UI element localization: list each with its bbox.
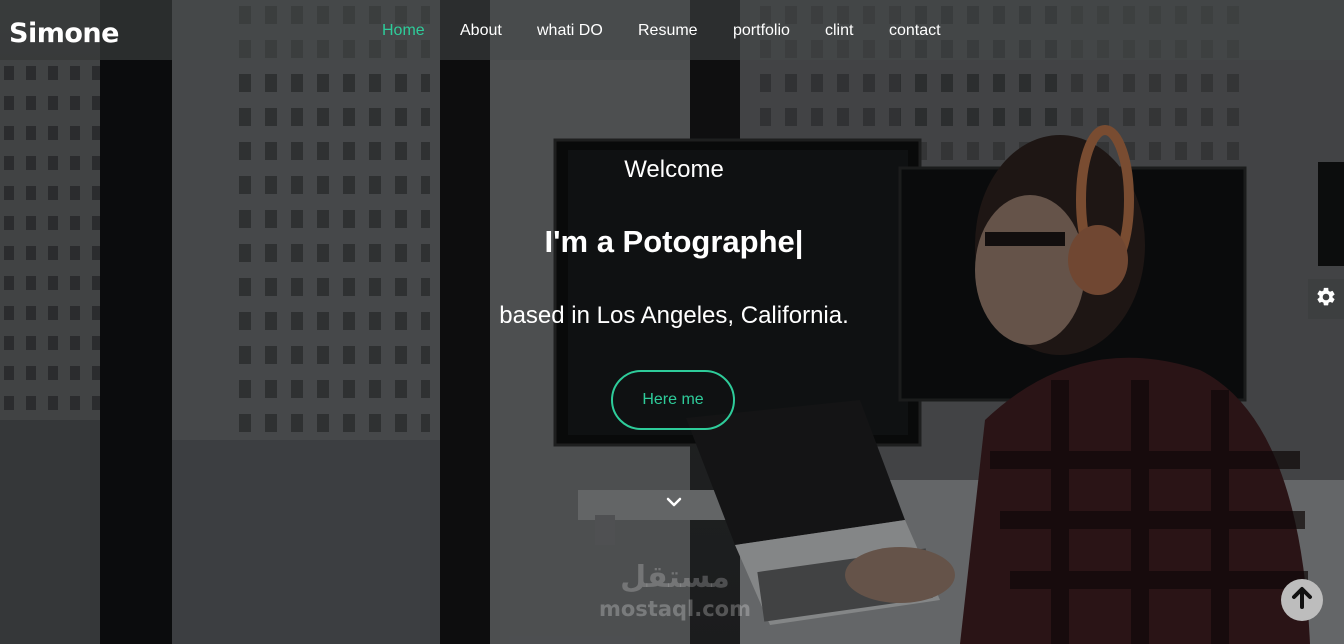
hero-headline: I'm a Potographe| xyxy=(0,224,1344,260)
watermark-logo: مستقل mostaql.com xyxy=(590,560,760,630)
nav-item-contact[interactable]: contact xyxy=(889,22,941,40)
watermark-latin: mostaql.com xyxy=(599,597,751,621)
hero-welcome: Welcome xyxy=(624,156,724,183)
watermark-arabic: مستقل xyxy=(620,560,730,595)
gear-icon xyxy=(1315,286,1337,313)
chevron-down-icon[interactable] xyxy=(664,492,684,512)
hero-subline: based in Los Angeles, California. xyxy=(499,302,849,329)
nav-item-portfolio[interactable]: portfolio xyxy=(733,22,790,40)
arrow-up-icon xyxy=(1289,585,1315,616)
nav-item-what-i-do[interactable]: whati DO xyxy=(537,22,603,40)
here-me-button[interactable]: Here me xyxy=(611,370,735,430)
nav-item-clint[interactable]: clint xyxy=(825,22,853,40)
typing-caret: | xyxy=(794,224,804,259)
settings-toggle[interactable] xyxy=(1308,279,1344,319)
brand-logo[interactable]: Simone xyxy=(9,18,119,49)
hero-section: Simone Home About whati DO Resume portfo… xyxy=(0,0,1344,644)
nav-item-resume[interactable]: Resume xyxy=(638,22,698,40)
nav-item-home[interactable]: Home xyxy=(382,22,425,40)
top-navbar: Simone Home About whati DO Resume portfo… xyxy=(0,0,1344,60)
nav-item-about[interactable]: About xyxy=(460,22,502,40)
back-to-top-button[interactable] xyxy=(1281,579,1323,621)
hero-headline-text: I'm a Potographe xyxy=(544,224,795,259)
